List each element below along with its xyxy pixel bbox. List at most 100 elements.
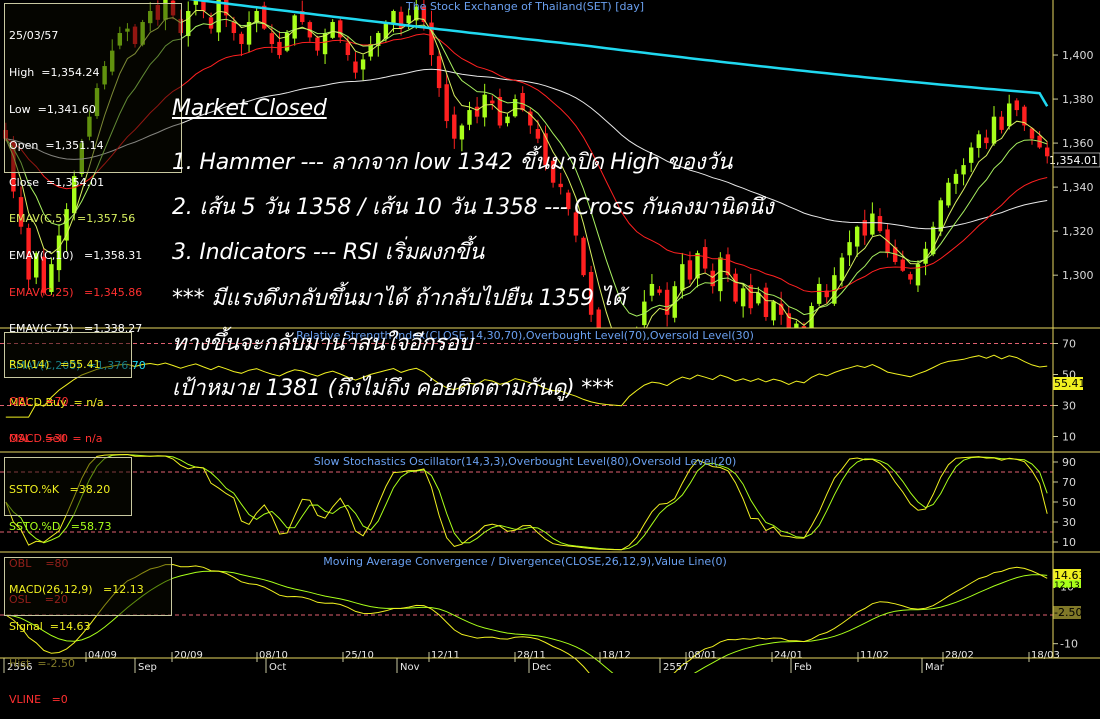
candle-body — [474, 106, 480, 117]
rsi-info-box: RSI(14) =55.41 OBL =70 OSL =30 — [4, 332, 132, 444]
annotation-title: Market Closed — [172, 96, 327, 121]
month-label: Oct — [269, 662, 286, 673]
date-label: 24/01 — [774, 650, 803, 661]
stochastic-y-axis: 10 30 50 70 90 — [1053, 456, 1076, 549]
candle-body — [535, 129, 541, 139]
candle-body — [687, 260, 693, 280]
candle-body — [436, 56, 442, 89]
stoch-d-value: SSTO.%D =58.73 — [9, 520, 112, 534]
price-info-box: 25/03/57 High =1,354.24 Low =1,341.60 Op… — [4, 3, 182, 445]
candle-body — [702, 247, 708, 269]
info-date: 25/03/57 — [9, 29, 59, 43]
candle-body — [771, 301, 776, 321]
price-tick-label: 1,400 — [1062, 49, 1094, 62]
candle-body — [854, 226, 860, 247]
candle-body — [269, 33, 275, 45]
stoch-k-value: SSTO.%K =38.20 — [9, 483, 111, 497]
info-open: Open =1,351.14 — [9, 139, 104, 153]
candle-body — [649, 283, 655, 296]
date-label: 08/01 — [688, 650, 717, 661]
price-tick-label: 1,340 — [1062, 181, 1094, 194]
candle-body — [794, 323, 799, 328]
date-label: 18/03 — [1031, 650, 1060, 661]
candle-body — [604, 349, 608, 367]
candle-body — [277, 41, 282, 56]
candle-body — [664, 289, 670, 315]
candle-body — [505, 116, 510, 124]
annotation-line-2: 2. เส้น 5 วัน 1358 / เส้น 10 วัน 1358 --… — [172, 195, 774, 220]
candle-body — [619, 387, 623, 396]
rsi-tick-label: 70 — [1062, 338, 1076, 351]
candle-body — [558, 183, 563, 188]
rsi-y-axis: 10305070 — [1053, 338, 1076, 444]
candle-body — [809, 305, 814, 328]
candle-body — [231, 21, 237, 34]
candle-body — [999, 116, 1004, 130]
info-close: Close =1,354.01 — [9, 175, 105, 189]
candle-body — [938, 200, 943, 232]
macd-info-box: MACD(26,12,9) =12.13 Signal =14.63 Hist … — [4, 557, 172, 706]
info-low: Low =1,341.60 — [9, 102, 96, 116]
candle-body — [900, 259, 905, 271]
macd-hist-value-label: -2.50 — [1054, 606, 1082, 619]
candle-body — [968, 147, 974, 163]
candle-body — [710, 270, 715, 287]
macd-tick-label: -10 — [1060, 638, 1078, 651]
month-label: 2557 — [663, 662, 688, 673]
candle-body — [976, 134, 981, 148]
candle-body — [733, 273, 738, 302]
price-tick-label: 1,320 — [1062, 225, 1094, 238]
macd-title: Moving Average Convergence / Divergence(… — [323, 555, 727, 568]
rsi-tick-label: 30 — [1062, 400, 1076, 413]
rsi-tick-label: 10 — [1062, 431, 1076, 444]
candle-body — [953, 173, 959, 184]
stochastic-panel: Slow Stochastics Oscillator(14,3,3),Over… — [0, 453, 1076, 551]
annotation-line-3: 3. Indicators --- RSI เริ่มผงกขึ้น — [172, 240, 485, 265]
candle-body — [680, 264, 685, 291]
annotation-line-4: *** มีแรงดึงกลับขึ้นมาได้ ถ้ากลับไปยืน 1… — [172, 286, 626, 311]
candle-body — [292, 15, 297, 39]
candle-body — [512, 99, 518, 117]
rsi-value-label: 55.41 — [1054, 377, 1086, 390]
date-label: 18/12 — [602, 650, 631, 661]
macd-value-label: 12.13 — [1054, 581, 1080, 591]
annotation-line-1: 1. Hammer --- ลากจาก low 1342 ขึ้นมาปิด … — [172, 150, 733, 175]
date-label: 12/11 — [431, 650, 460, 661]
stochastic-title: Slow Stochastics Oscillator(14,3,3),Over… — [314, 455, 737, 468]
price-tick-label: 1,380 — [1062, 93, 1094, 106]
candle-body — [627, 359, 631, 398]
macd-value: MACD(26,12,9) =12.13 — [9, 583, 144, 597]
month-label: Feb — [794, 662, 812, 673]
candle-body — [870, 213, 875, 235]
stochastic-d-line — [5, 454, 1048, 551]
candle-body — [452, 114, 457, 139]
info-high: High =1,354.24 — [9, 66, 100, 80]
stochastic-tick-label: 90 — [1062, 456, 1076, 469]
stochastic-k-line — [5, 453, 1048, 551]
candle-body — [467, 110, 472, 125]
candle-body — [345, 42, 351, 56]
date-label: 08/10 — [259, 650, 288, 661]
stochastic-info-box: SSTO.%K =38.20 SSTO.%D =58.73 OBL =80 OS… — [4, 457, 132, 606]
candle-body — [459, 125, 465, 140]
candle-body — [984, 137, 989, 144]
annotation-line-6: เป้าหมาย 1381 (ถึงไม่ถึง ค่อยติดตามกันดู… — [172, 376, 614, 401]
stochastic-tick-label: 50 — [1062, 496, 1076, 509]
month-label: Nov — [400, 662, 420, 673]
candle-body — [360, 59, 366, 70]
date-label: 20/09 — [174, 650, 203, 661]
candle-body — [315, 37, 320, 51]
price-tick-label: 1,360 — [1062, 137, 1094, 150]
candle-body — [877, 216, 883, 232]
rsi-value: RSI(14) =55.41 — [9, 358, 101, 372]
info-ema5: EMAV(C,5) =1,357.56 — [9, 212, 136, 226]
date-label: 28/02 — [945, 650, 974, 661]
candle-body — [208, 17, 214, 29]
stochastic-tick-label: 30 — [1062, 516, 1076, 529]
stochastic-tick-label: 10 — [1062, 536, 1076, 549]
candle-body — [353, 61, 358, 73]
macd-vline-value: VLINE =0 — [9, 693, 68, 707]
candle-body — [740, 288, 746, 307]
candle-body — [991, 116, 997, 144]
rsi-obl: OBL =70 — [9, 395, 69, 409]
